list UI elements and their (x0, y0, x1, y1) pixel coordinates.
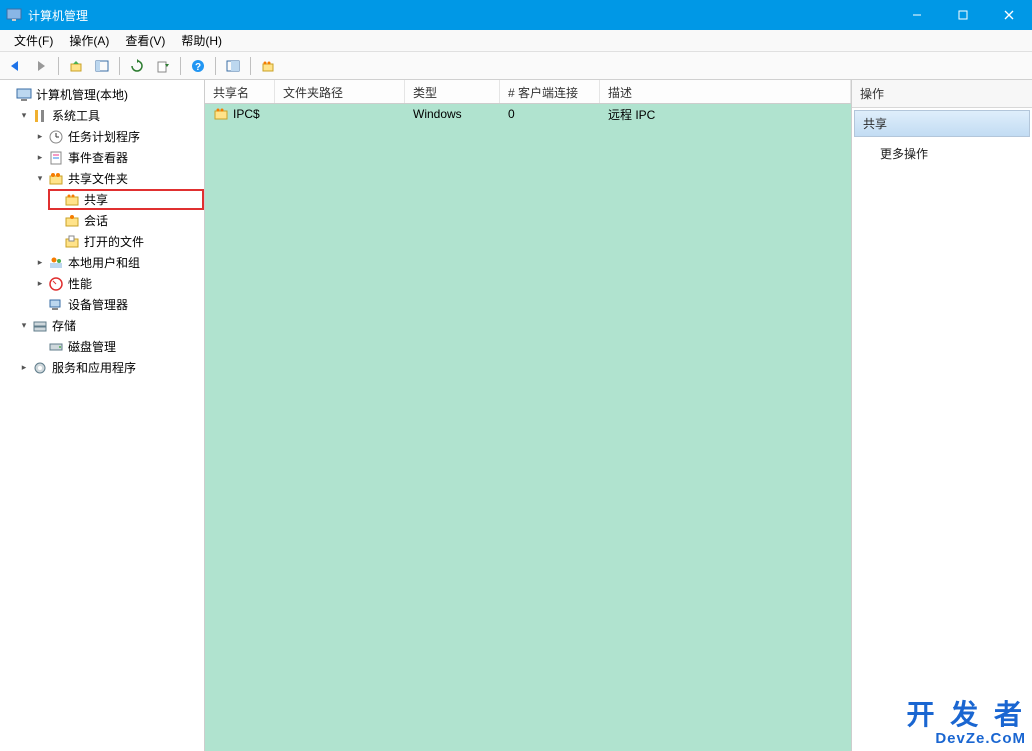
menubar: 文件(F) 操作(A) 查看(V) 帮助(H) (0, 30, 1032, 52)
services-icon (32, 360, 48, 376)
tree-performance[interactable]: ▸ 性能 (32, 273, 204, 294)
tree-label: 性能 (68, 275, 92, 292)
expand-icon: ▸ (34, 278, 46, 289)
new-share-button[interactable] (222, 55, 244, 77)
computer-icon (16, 87, 32, 103)
minimize-button[interactable] (894, 0, 940, 30)
cell-description: 远程 IPC (600, 106, 851, 123)
tree-label: 设备管理器 (68, 296, 128, 313)
tree-local-users[interactable]: ▸ 本地用户和组 (32, 252, 204, 273)
tree-label: 打开的文件 (84, 233, 144, 250)
export-button[interactable] (152, 55, 174, 77)
tree-event-viewer[interactable]: ▸ 事件查看器 (32, 147, 204, 168)
menu-action[interactable]: 操作(A) (61, 30, 117, 51)
list-body[interactable]: IPC$ Windows 0 远程 IPC (205, 104, 851, 751)
open-files-icon (64, 234, 80, 250)
col-client-conn[interactable]: # 客户端连接 (500, 80, 600, 103)
device-icon (48, 297, 64, 313)
toolbar-separator (250, 57, 251, 75)
up-button[interactable] (65, 55, 87, 77)
tree-sessions[interactable]: 会话 (48, 210, 204, 231)
tree-pane: 计算机管理(本地) ▾ 系统工具 ▸ 任务计划程序 ▸ 事件查看器 (0, 80, 205, 751)
toolbar-separator (215, 57, 216, 75)
tree-services-apps[interactable]: ▸ 服务和应用程序 (16, 357, 204, 378)
tree-disk-management[interactable]: 磁盘管理 (32, 336, 204, 357)
cell-client-conn: 0 (500, 107, 600, 121)
actions-section-header[interactable]: 共享 (854, 110, 1030, 137)
toolbar-separator (180, 57, 181, 75)
actions-header: 操作 (852, 80, 1032, 108)
list-row[interactable]: IPC$ Windows 0 远程 IPC (205, 104, 851, 124)
back-button[interactable] (4, 55, 26, 77)
expand-icon: ▾ (34, 173, 46, 184)
tree-label: 共享文件夹 (68, 170, 128, 187)
users-icon (48, 255, 64, 271)
forward-button[interactable] (30, 55, 52, 77)
tree-label: 共享 (84, 191, 108, 208)
clock-icon (48, 129, 64, 145)
tree-device-manager[interactable]: 设备管理器 (32, 294, 204, 315)
svg-text:?: ? (195, 62, 201, 73)
app-icon (6, 7, 22, 23)
share-icon (213, 106, 229, 122)
menu-view[interactable]: 查看(V) (117, 30, 173, 51)
disk-icon (48, 339, 64, 355)
expand-icon: ▸ (34, 131, 46, 142)
performance-icon (48, 276, 64, 292)
maximize-button[interactable] (940, 0, 986, 30)
expand-icon: ▸ (34, 152, 46, 163)
tree-task-scheduler[interactable]: ▸ 任务计划程序 (32, 126, 204, 147)
expand-icon: ▸ (18, 362, 30, 373)
close-button[interactable] (986, 0, 1032, 30)
toolbar-separator (58, 57, 59, 75)
tree-shares[interactable]: 共享 (48, 189, 204, 210)
cell-type: Windows (405, 107, 500, 121)
col-share-name[interactable]: 共享名 (205, 80, 275, 103)
actions-more[interactable]: 更多操作 (852, 139, 1032, 168)
tree-storage[interactable]: ▾ 存储 (16, 315, 204, 336)
shared-folder-icon (48, 171, 64, 187)
toolbar-separator (119, 57, 120, 75)
expand-icon: ▾ (18, 320, 30, 331)
cell-share-name: IPC$ (233, 107, 260, 121)
shares-icon (64, 192, 80, 208)
tools-icon (32, 108, 48, 124)
help-button[interactable]: ? (187, 55, 209, 77)
col-folder-path[interactable]: 文件夹路径 (275, 80, 405, 103)
tree-label: 本地用户和组 (68, 254, 140, 271)
tree-system-tools[interactable]: ▾ 系统工具 (16, 105, 204, 126)
actions-pane: 操作 共享 更多操作 (852, 80, 1032, 751)
expand-icon: ▸ (34, 257, 46, 268)
event-icon (48, 150, 64, 166)
list-header: 共享名 文件夹路径 类型 # 客户端连接 描述 (205, 80, 851, 104)
show-hide-tree-button[interactable] (91, 55, 113, 77)
body-area: 计算机管理(本地) ▾ 系统工具 ▸ 任务计划程序 ▸ 事件查看器 (0, 80, 1032, 751)
tree-root[interactable]: 计算机管理(本地) (0, 84, 204, 105)
tree-label: 任务计划程序 (68, 128, 140, 145)
col-description[interactable]: 描述 (600, 80, 851, 103)
tree-label: 系统工具 (52, 107, 100, 124)
tree-label: 服务和应用程序 (52, 359, 136, 376)
window-title: 计算机管理 (28, 7, 894, 24)
sessions-icon (64, 213, 80, 229)
menu-help[interactable]: 帮助(H) (173, 30, 230, 51)
menu-file[interactable]: 文件(F) (6, 30, 61, 51)
tree-label: 会话 (84, 212, 108, 229)
tree-root-label: 计算机管理(本地) (36, 86, 128, 103)
tree-label: 事件查看器 (68, 149, 128, 166)
expand-icon: ▾ (18, 110, 30, 121)
list-pane: 共享名 文件夹路径 类型 # 客户端连接 描述 IPC$ Windows 0 远… (205, 80, 852, 751)
titlebar: 计算机管理 (0, 0, 1032, 30)
toolbar: ? (0, 52, 1032, 80)
refresh-button[interactable] (126, 55, 148, 77)
shares-wizard-button[interactable] (257, 55, 279, 77)
tree-label: 存储 (52, 317, 76, 334)
storage-icon (32, 318, 48, 334)
col-type[interactable]: 类型 (405, 80, 500, 103)
tree-shared-folders[interactable]: ▾ 共享文件夹 (32, 168, 204, 189)
tree-open-files[interactable]: 打开的文件 (48, 231, 204, 252)
tree-label: 磁盘管理 (68, 338, 116, 355)
